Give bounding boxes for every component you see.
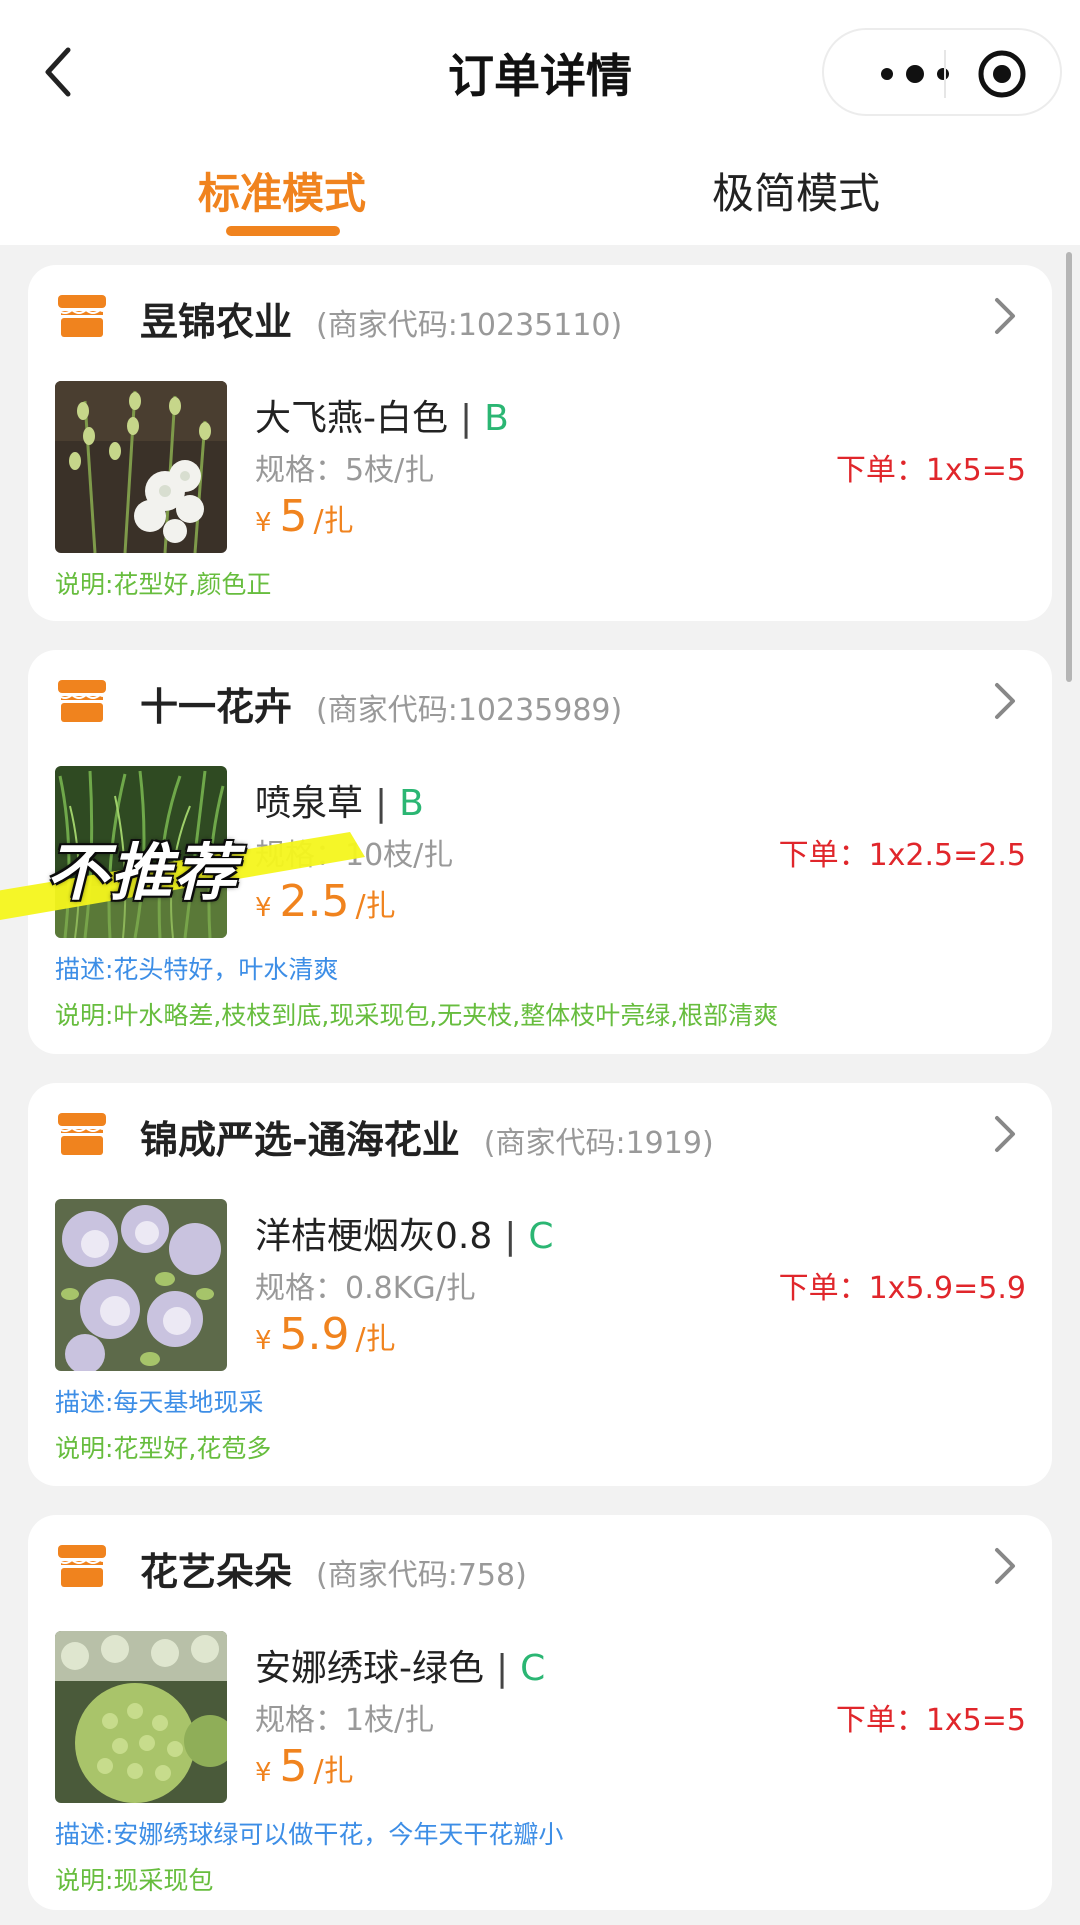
order-quantity: 下单：1x2.5=2.5 (778, 838, 1026, 873)
store-icon (57, 295, 107, 337)
product-price: ¥5/扎 (255, 491, 354, 542)
order-card: 花艺朵朵 (商家代码:758) 安娜绣球-绿色 | C 规格：1枝/扎 下单：1x5=… (28, 1515, 1052, 1910)
grade-badge: B (399, 783, 424, 824)
product-name[interactable]: 大飞燕-白色 | B (255, 389, 509, 441)
product-spec: 规格：5枝/扎 (255, 453, 435, 488)
product-name-text: 安娜绣球-绿色 (255, 1648, 484, 1689)
order-card: 昱锦农业 (商家代码:10235110) 大飞燕-白色 | B 规格：5枝/扎 … (28, 265, 1052, 621)
shop-name-text: 昱锦农业 (140, 300, 293, 344)
product-price: ¥5.9/扎 (255, 1309, 396, 1360)
chevron-right-icon[interactable] (992, 680, 1018, 722)
name-separator: | (496, 1648, 509, 1689)
capsule-divider (944, 50, 946, 98)
store-icon (57, 680, 107, 722)
currency-symbol: ¥ (255, 508, 272, 538)
product-image[interactable] (55, 381, 227, 553)
close-miniprogram-icon[interactable] (974, 46, 1030, 102)
lisianthus-photo (55, 1199, 227, 1371)
green-hydrangea-photo (55, 1631, 227, 1803)
grade-badge: C (528, 1216, 554, 1257)
shop-name-text: 十一花卉 (140, 685, 293, 729)
tab-standard-mode[interactable]: 标准模式 (92, 160, 472, 221)
price-unit: /扎 (355, 1322, 396, 1357)
note-text: 说明:花型好,颜色正 (55, 570, 272, 599)
shop-name[interactable]: 花艺朵朵 (商家代码:758) (140, 1541, 527, 1596)
shop-name[interactable]: 锦成严选-通海花业 (商家代码:1919) (140, 1109, 714, 1164)
shop-code: (商家代码:758) (316, 1558, 527, 1593)
name-separator: | (504, 1216, 517, 1257)
product-image[interactable] (55, 1199, 227, 1371)
more-options-icon[interactable] (854, 52, 974, 96)
shop-code: (商家代码:10235989) (316, 693, 623, 728)
shop-name-text: 花艺朵朵 (140, 1550, 293, 1594)
description-text: 描述:每天基地现采 (55, 1388, 264, 1417)
chevron-right-icon[interactable] (992, 295, 1018, 337)
chevron-right-icon[interactable] (992, 1545, 1018, 1587)
price-value: 5 (279, 1741, 308, 1792)
product-name[interactable]: 洋桔梗烟灰0.8 | C (255, 1207, 554, 1259)
name-separator: | (460, 398, 473, 439)
shop-name[interactable]: 昱锦农业 (商家代码:10235110) (140, 291, 622, 346)
price-value: 5 (279, 491, 308, 542)
product-price: ¥5/扎 (255, 1741, 354, 1792)
product-image[interactable] (55, 1631, 227, 1803)
navigation-bar: 订单详情 标准模式 极简模式 (0, 0, 1080, 245)
not-recommended-stamp: 不推荐 (46, 836, 239, 909)
shop-code: (商家代码:1919) (483, 1126, 714, 1161)
scrollbar[interactable] (1066, 252, 1072, 682)
order-quantity: 下单：1x5.9=5.9 (778, 1271, 1026, 1306)
description-text: 描述:花头特好，叶水清爽 (55, 955, 339, 984)
product-spec: 规格：0.8KG/扎 (255, 1271, 476, 1306)
shop-name-text: 锦成严选-通海花业 (140, 1118, 460, 1162)
order-quantity: 下单：1x5=5 (835, 1703, 1026, 1738)
price-unit: /扎 (313, 1754, 354, 1789)
note-text: 说明:现采现包 (55, 1866, 214, 1895)
price-unit: /扎 (313, 504, 354, 539)
product-name[interactable]: 安娜绣球-绿色 | C (255, 1639, 545, 1691)
note-text: 说明:花型好,花苞多 (55, 1434, 272, 1463)
white-delphinium-photo (55, 381, 227, 553)
grade-badge: C (520, 1648, 546, 1689)
currency-symbol: ¥ (255, 1326, 272, 1356)
grade-badge: B (484, 398, 509, 439)
product-name-text: 洋桔梗烟灰0.8 (255, 1216, 493, 1257)
currency-symbol: ¥ (255, 1758, 272, 1788)
product-name-text: 大飞燕-白色 (255, 398, 448, 439)
store-icon (57, 1113, 107, 1155)
tab-minimal-mode[interactable]: 极简模式 (606, 160, 986, 221)
chevron-right-icon[interactable] (992, 1113, 1018, 1155)
product-spec: 规格：1枝/扎 (255, 1703, 435, 1738)
order-quantity: 下单：1x5=5 (835, 453, 1026, 488)
note-text: 说明:叶水略差,枝枝到底,现采现包,无夹枝,整体枝叶亮绿,根部清爽 (55, 1001, 779, 1030)
price-value: 5.9 (279, 1309, 350, 1360)
description-text: 描述:安娜绣球绿可以做干花，今年天干花瓣小 (55, 1820, 564, 1849)
mini-program-capsule (822, 28, 1062, 116)
store-icon (57, 1545, 107, 1587)
shop-code: (商家代码:10235110) (316, 308, 623, 343)
shop-name[interactable]: 十一花卉 (商家代码:10235989) (140, 676, 622, 731)
active-tab-indicator (226, 226, 340, 236)
order-card: 锦成严选-通海花业 (商家代码:1919) 洋桔梗烟灰0.8 | C 规格：0.8KG… (28, 1083, 1052, 1486)
